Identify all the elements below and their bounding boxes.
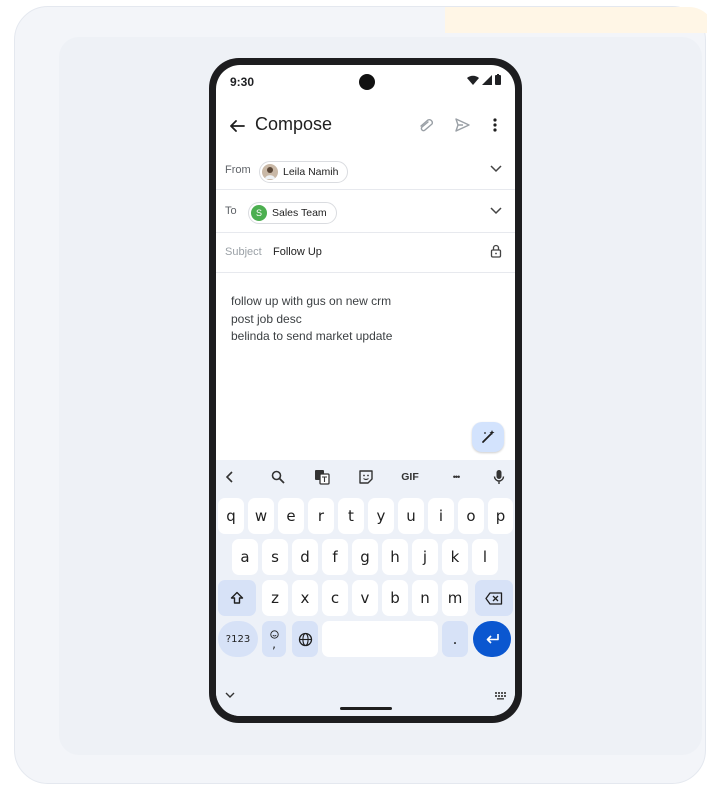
- compose-app-bar: Compose: [216, 107, 515, 147]
- comma-label: ,: [272, 636, 276, 651]
- chevron-down-icon[interactable]: [490, 165, 502, 173]
- key-p[interactable]: p: [488, 498, 513, 534]
- backspace-icon: [485, 591, 503, 605]
- page-title: Compose: [255, 114, 333, 134]
- key-j[interactable]: j: [412, 539, 438, 575]
- chevron-down-icon[interactable]: [490, 207, 502, 215]
- to-row[interactable]: To S Sales Team: [216, 191, 515, 233]
- hide-keyboard-icon[interactable]: [225, 692, 235, 699]
- key-f[interactable]: f: [322, 539, 348, 575]
- to-label: To: [225, 205, 237, 217]
- key-i[interactable]: i: [428, 498, 454, 534]
- key-z[interactable]: z: [262, 580, 288, 616]
- lock-icon: [490, 244, 502, 258]
- enter-key[interactable]: [473, 621, 511, 657]
- from-chip[interactable]: Leila Namih: [259, 161, 349, 183]
- to-name: Sales Team: [272, 207, 327, 219]
- keyboard-nav-bar: [216, 686, 515, 716]
- key-h[interactable]: h: [382, 539, 408, 575]
- body-line: follow up with gus on new crm: [231, 294, 392, 308]
- globe-key[interactable]: [292, 621, 318, 657]
- globe-icon: [298, 632, 313, 647]
- body-line: post job desc: [231, 311, 302, 326]
- key-row-1: q w e r t y u i o p: [216, 498, 515, 534]
- space-bar[interactable]: [322, 621, 438, 657]
- help-me-write-button[interactable]: [472, 422, 504, 452]
- translate-icon[interactable]: [310, 467, 334, 487]
- enter-icon: [485, 633, 500, 645]
- subject-input[interactable]: Follow Up: [273, 246, 322, 258]
- key-o[interactable]: o: [458, 498, 484, 534]
- send-icon[interactable]: [453, 116, 471, 134]
- key-t[interactable]: t: [338, 498, 364, 534]
- key-l[interactable]: l: [472, 539, 498, 575]
- emoji-comma-key[interactable]: ,: [262, 621, 286, 657]
- key-x[interactable]: x: [292, 580, 318, 616]
- key-row-3: z x c v b n m: [216, 580, 515, 616]
- gif-button[interactable]: GIF: [396, 467, 424, 487]
- collapse-toolbar-icon[interactable]: [220, 467, 240, 487]
- shift-key[interactable]: [218, 580, 256, 616]
- card-tint: [445, 7, 707, 33]
- from-row[interactable]: From Leila Namih: [216, 152, 515, 190]
- key-n[interactable]: n: [412, 580, 438, 616]
- body-line: belinda to send market update: [231, 329, 393, 343]
- attach-icon[interactable]: [418, 117, 436, 133]
- mic-icon[interactable]: [488, 467, 510, 487]
- status-icons: [467, 74, 501, 85]
- status-bar: 9:30: [216, 65, 515, 101]
- more-options-button[interactable]: •••: [444, 467, 468, 487]
- message-body[interactable]: follow up with gus on new crm post job d…: [231, 293, 392, 346]
- key-e[interactable]: e: [278, 498, 304, 534]
- key-g[interactable]: g: [352, 539, 378, 575]
- wifi-icon: [467, 75, 479, 85]
- symbols-key[interactable]: ?123: [218, 621, 258, 657]
- key-c[interactable]: c: [322, 580, 348, 616]
- search-icon[interactable]: [266, 467, 290, 487]
- key-k[interactable]: k: [442, 539, 468, 575]
- keyboard-grid-icon[interactable]: [495, 692, 507, 700]
- period-key[interactable]: .: [442, 621, 468, 657]
- avatar: S: [251, 205, 267, 221]
- key-w[interactable]: w: [248, 498, 274, 534]
- subject-row[interactable]: Subject Follow Up: [216, 234, 515, 273]
- key-a[interactable]: a: [232, 539, 258, 575]
- magic-pen-icon: [480, 429, 496, 445]
- status-time: 9:30: [230, 75, 255, 89]
- camera-cutout: [359, 74, 375, 90]
- back-arrow-icon[interactable]: [226, 115, 248, 137]
- shift-icon: [230, 591, 244, 605]
- key-b[interactable]: b: [382, 580, 408, 616]
- key-row-4: ?123 , .: [216, 621, 515, 657]
- key-r[interactable]: r: [308, 498, 334, 534]
- key-q[interactable]: q: [218, 498, 244, 534]
- sticker-icon[interactable]: [354, 467, 378, 487]
- from-name: Leila Namih: [283, 166, 339, 178]
- from-label: From: [225, 164, 251, 176]
- battery-icon: [495, 74, 501, 85]
- key-u[interactable]: u: [398, 498, 424, 534]
- backspace-key[interactable]: [475, 580, 513, 616]
- phone-screen: 9:30 Compose From Leila Namih To S Sales…: [216, 65, 515, 716]
- key-v[interactable]: v: [352, 580, 378, 616]
- to-chip[interactable]: S Sales Team: [248, 202, 337, 224]
- key-y[interactable]: y: [368, 498, 394, 534]
- key-s[interactable]: s: [262, 539, 288, 575]
- avatar: [262, 164, 278, 180]
- phone-frame: 9:30 Compose From Leila Namih To S Sales…: [209, 58, 522, 723]
- home-handle[interactable]: [340, 707, 392, 710]
- key-row-2: a s d f g h j k l: [216, 539, 515, 575]
- subject-label: Subject: [225, 246, 262, 258]
- key-d[interactable]: d: [292, 539, 318, 575]
- keyboard-toolbar: GIF •••: [216, 464, 515, 490]
- signal-icon: [482, 74, 492, 85]
- soft-keyboard: GIF ••• q w e r t y u i o p a s d f g h …: [216, 460, 515, 716]
- key-m[interactable]: m: [442, 580, 468, 616]
- more-vert-icon[interactable]: [492, 116, 498, 134]
